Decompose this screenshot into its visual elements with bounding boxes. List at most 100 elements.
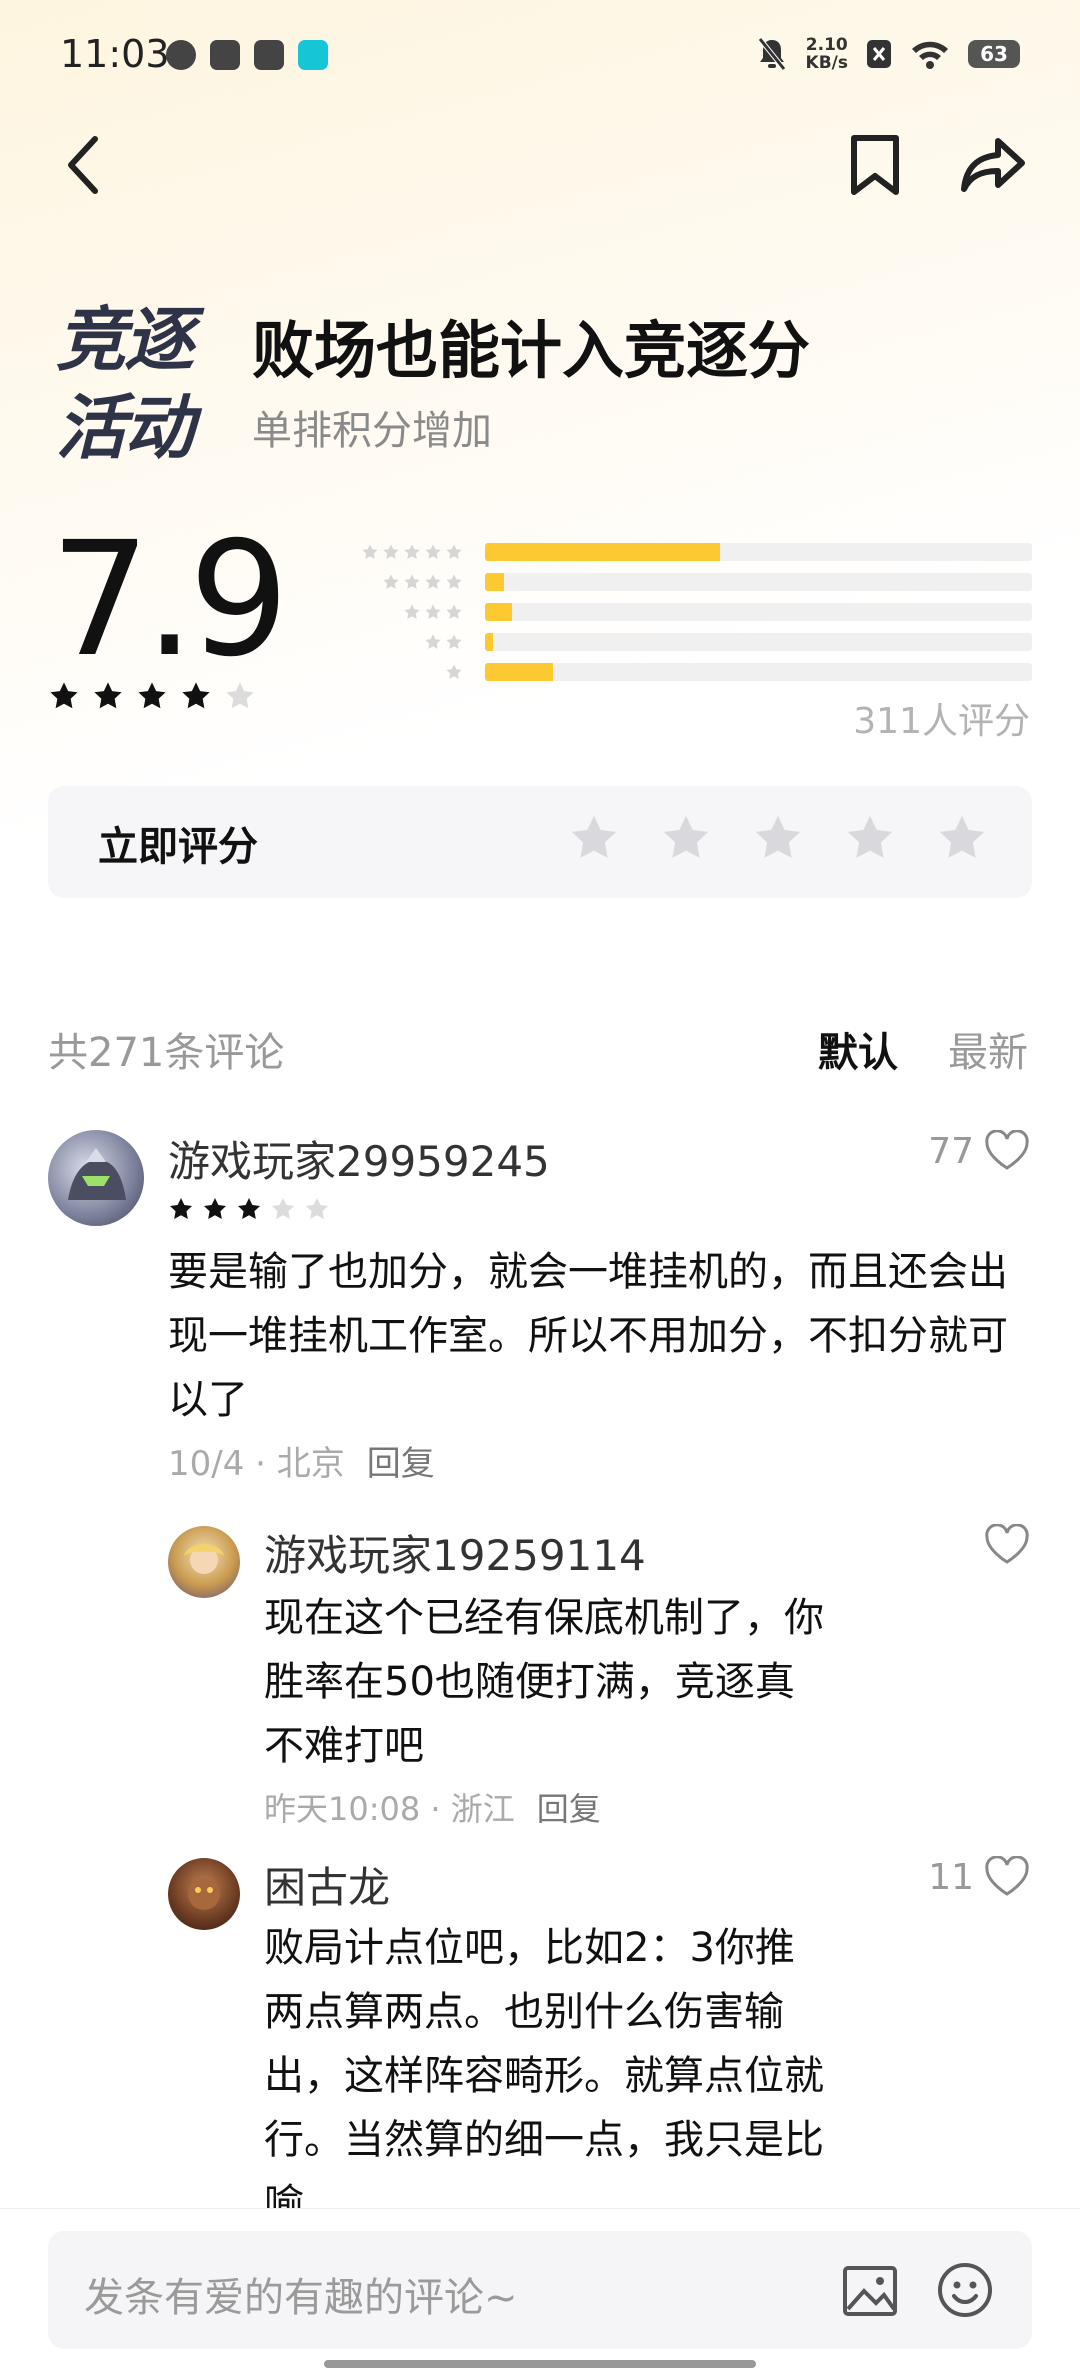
page-title: 败场也能计入竞逐分 bbox=[252, 314, 811, 387]
notification-icons bbox=[166, 40, 328, 70]
comment-meta: 10/4 · 北京 回复 bbox=[168, 1436, 435, 1485]
rating-bar-fill bbox=[485, 663, 554, 681]
comment-username[interactable]: 游戏玩家29959245 bbox=[168, 1128, 550, 1189]
like-button[interactable]: 11 bbox=[928, 1856, 1030, 1898]
share-arrow-icon bbox=[961, 138, 1025, 192]
sort-default-tab[interactable]: 默认 bbox=[818, 1020, 898, 1078]
star-empty-icon bbox=[305, 1197, 329, 1219]
battery-icon: 63 bbox=[968, 40, 1020, 68]
comment-username[interactable]: 困古龙 bbox=[264, 1854, 390, 1915]
bell-muted-icon bbox=[757, 37, 786, 71]
avatar[interactable] bbox=[168, 1858, 240, 1930]
rating-bar-track bbox=[485, 633, 1032, 651]
like-button[interactable]: 77 bbox=[928, 1130, 1030, 1172]
raters-count: 311人评分 bbox=[853, 701, 1030, 742]
heart-icon bbox=[985, 1524, 1029, 1564]
rating-bar-track bbox=[485, 543, 1032, 561]
rating-score: 7.9 bbox=[50, 508, 289, 692]
rating-distribution-row bbox=[345, 632, 1032, 652]
avatar[interactable] bbox=[48, 1130, 144, 1226]
rating-bar-fill bbox=[485, 573, 505, 591]
sort-latest-tab[interactable]: 最新 bbox=[948, 1020, 1028, 1078]
comment-date-location: 10/4 · 北京 bbox=[168, 1444, 345, 1484]
star-icon bbox=[362, 544, 378, 559]
event-logo: 竞逐 活动 bbox=[56, 301, 194, 467]
rating-bar-fill bbox=[485, 543, 721, 561]
heart-icon bbox=[985, 1856, 1029, 1896]
star-icon bbox=[383, 574, 399, 589]
rate-now-panel: 立即评分 bbox=[48, 786, 1032, 898]
star-icon bbox=[425, 634, 441, 649]
rating-bar-track bbox=[485, 663, 1032, 681]
bookmark-icon bbox=[851, 135, 899, 195]
bookmark-button[interactable] bbox=[840, 130, 910, 200]
like-count: 77 bbox=[928, 1130, 974, 1172]
comment-username[interactable]: 游戏玩家19259114 bbox=[264, 1522, 646, 1583]
comment-date-location: 昨天10:08 · 浙江 bbox=[264, 1790, 515, 1828]
star-rate-icon[interactable] bbox=[844, 812, 896, 864]
like-button[interactable] bbox=[974, 1524, 1030, 1566]
sim-none-icon bbox=[867, 40, 891, 68]
star-filled-icon bbox=[169, 1197, 193, 1219]
comment-text: 现在这个已经有保底机制了，你胜率在50也随便打满，竞逐真不难打吧 bbox=[264, 1595, 824, 1769]
star-rate-icon[interactable] bbox=[752, 812, 804, 864]
comment-text: 要是输了也加分，就会一堆挂机的，而且还会出现一堆挂机工作室。所以不用加分，不扣分… bbox=[168, 1249, 1008, 1423]
net-speed: 2.10 KB/s bbox=[805, 35, 848, 73]
tap-app-icon bbox=[298, 40, 328, 70]
image-picker-icon[interactable] bbox=[842, 2265, 898, 2317]
star-icon bbox=[446, 634, 462, 649]
star-icon bbox=[404, 574, 420, 589]
comment-input-placeholder: 发条有爱的有趣的评论~ bbox=[84, 2275, 518, 2321]
user-avatar-icon bbox=[68, 1148, 126, 1200]
star-icon bbox=[446, 664, 462, 679]
rating-distribution-row bbox=[345, 662, 1032, 682]
star-filled-icon bbox=[237, 1197, 261, 1219]
star-icon bbox=[383, 544, 399, 559]
user-avatar-icon bbox=[188, 1878, 220, 1910]
star-rate-icon[interactable] bbox=[568, 812, 620, 864]
home-indicator bbox=[324, 2360, 756, 2368]
star-filled-icon bbox=[203, 1197, 227, 1219]
rate-star-picker bbox=[568, 812, 988, 864]
comment-rating-stars bbox=[168, 1196, 330, 1222]
row-stars bbox=[345, 663, 463, 681]
star-icon bbox=[446, 544, 462, 559]
star-icon bbox=[425, 574, 441, 589]
reply-button[interactable]: 回复 bbox=[537, 1790, 601, 1828]
star-icon bbox=[404, 544, 420, 559]
rating-bar-fill bbox=[485, 603, 513, 621]
row-stars bbox=[345, 543, 463, 561]
star-filled-icon bbox=[94, 682, 122, 709]
comment-text-clip: 败局计点位吧，比如2：3你推两点算两点。也别什么伤害输出，这样阵容畸形。就算点位… bbox=[264, 1916, 834, 2208]
star-rate-icon[interactable] bbox=[936, 812, 988, 864]
star-empty-icon bbox=[226, 682, 254, 709]
rating-distribution-row bbox=[345, 602, 1032, 622]
star-icon bbox=[425, 544, 441, 559]
star-filled-icon bbox=[138, 682, 166, 709]
reply-button[interactable]: 回复 bbox=[367, 1444, 435, 1484]
back-button[interactable] bbox=[48, 130, 118, 200]
star-icon bbox=[404, 604, 420, 619]
emoji-icon[interactable] bbox=[936, 2261, 994, 2319]
star-empty-icon bbox=[271, 1197, 295, 1219]
rating-bar-track bbox=[485, 573, 1032, 591]
status-right: 2.10 KB/s 63 bbox=[756, 36, 1020, 72]
status-time: 11:03 bbox=[60, 32, 170, 76]
star-icon bbox=[446, 574, 462, 589]
row-stars bbox=[345, 573, 463, 591]
chevron-left-icon bbox=[68, 136, 98, 194]
comment-input[interactable]: 发条有爱的有趣的评论~ bbox=[48, 2231, 1032, 2349]
rating-distribution-row bbox=[345, 572, 1032, 592]
comment-text: 败局计点位吧，比如2：3你推两点算两点。也别什么伤害输出，这样阵容畸形。就算点位… bbox=[264, 1925, 824, 2208]
message-icon bbox=[210, 40, 240, 70]
share-button[interactable] bbox=[958, 130, 1028, 200]
rating-bar-fill bbox=[485, 633, 494, 651]
rating-distribution-row bbox=[345, 542, 1032, 562]
star-rate-icon[interactable] bbox=[660, 812, 712, 864]
comment-composer: 发条有爱的有趣的评论~ bbox=[0, 2208, 1080, 2377]
star-filled-icon bbox=[50, 682, 78, 709]
like-count: 11 bbox=[928, 1856, 974, 1898]
rate-now-label: 立即评分 bbox=[98, 824, 258, 870]
rating-bar-track bbox=[485, 603, 1032, 621]
avatar[interactable] bbox=[168, 1526, 240, 1598]
